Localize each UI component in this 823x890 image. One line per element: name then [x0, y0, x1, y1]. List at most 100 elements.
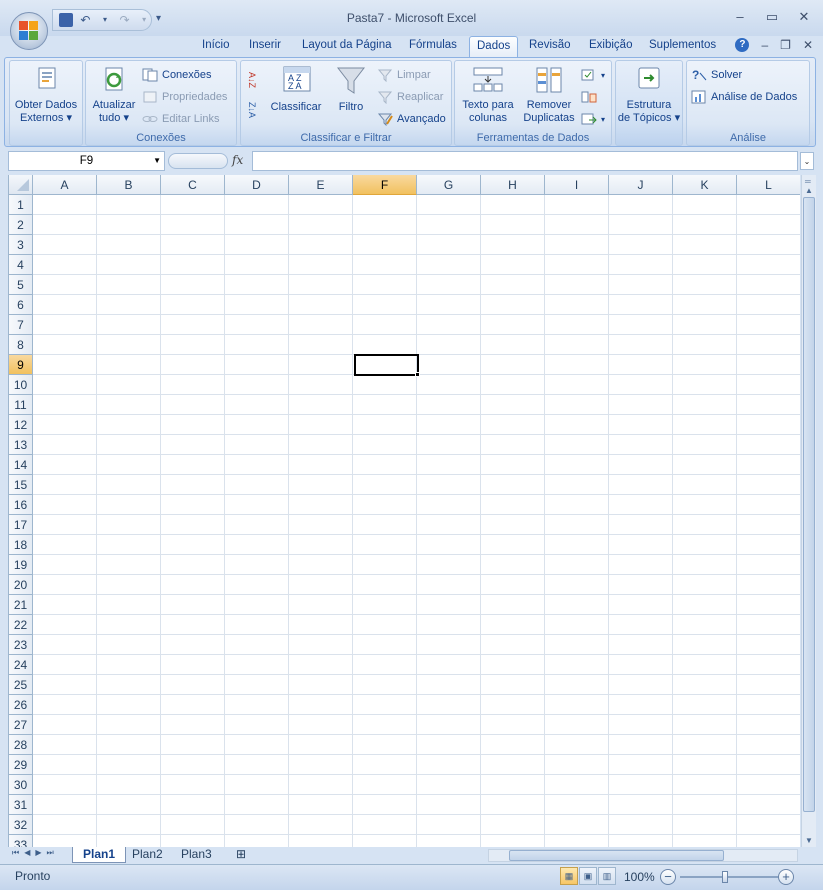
- column-header[interactable]: C: [161, 175, 225, 195]
- insert-function-icon[interactable]: fx: [232, 153, 243, 167]
- column-header[interactable]: F: [353, 175, 417, 195]
- classificar-button[interactable]: A ZZ A Classificar: [267, 65, 325, 114]
- row-header[interactable]: 7: [9, 315, 33, 335]
- row-header[interactable]: 22: [9, 615, 33, 635]
- row-header[interactable]: 14: [9, 455, 33, 475]
- vertical-scrollbar[interactable]: ═ ▲ ▼: [801, 175, 816, 847]
- next-sheet-icon[interactable]: ▶: [35, 848, 41, 858]
- formula-splitter[interactable]: [168, 153, 228, 169]
- worksheet-grid[interactable]: ABCDEFGHIJKL 1 2 3 4 5 6 7 8 9 10 11 12 13 14 15 16 17 18…: [8, 175, 800, 847]
- maximize-button[interactable]: ▭: [763, 9, 781, 25]
- column-header[interactable]: E: [289, 175, 353, 195]
- insert-sheet-icon[interactable]: ⊞: [226, 847, 256, 863]
- row-header[interactable]: 33: [9, 835, 33, 847]
- row-header[interactable]: 17: [9, 515, 33, 535]
- row-header[interactable]: 8: [9, 335, 33, 355]
- column-header[interactable]: D: [225, 175, 289, 195]
- prev-sheet-icon[interactable]: ◀: [24, 848, 30, 858]
- tab-formulas[interactable]: Fórmulas: [409, 39, 457, 51]
- row-header[interactable]: 20: [9, 575, 33, 595]
- row-header[interactable]: 32: [9, 815, 33, 835]
- row-header[interactable]: 13: [9, 435, 33, 455]
- row-header[interactable]: 11: [9, 395, 33, 415]
- row-header[interactable]: 21: [9, 595, 33, 615]
- row-header[interactable]: 15: [9, 475, 33, 495]
- sort-az-button[interactable]: A↓Z: [247, 72, 257, 88]
- tab-layout[interactable]: Layout da Página: [302, 39, 392, 51]
- active-cell[interactable]: [354, 354, 419, 376]
- sheet-tab-plan2[interactable]: Plan2: [122, 847, 173, 863]
- scroll-down-icon[interactable]: ▼: [805, 836, 813, 845]
- row-header[interactable]: 18: [9, 535, 33, 555]
- scroll-up-icon[interactable]: ▲: [805, 186, 813, 195]
- name-box[interactable]: F9 ▼: [8, 151, 165, 171]
- atualizar-tudo-button[interactable]: Atualizar tudo ▾: [88, 65, 140, 125]
- page-break-view-icon[interactable]: ▥: [598, 867, 616, 885]
- column-header[interactable]: L: [737, 175, 800, 195]
- tab-inserir[interactable]: Inserir: [249, 39, 281, 51]
- propriedades-button[interactable]: Propriedades: [142, 90, 227, 104]
- row-header[interactable]: 4: [9, 255, 33, 275]
- consolidar-button[interactable]: [581, 90, 597, 104]
- horizontal-scrollbar[interactable]: [488, 849, 798, 862]
- sheet-tab-plan3[interactable]: Plan3: [171, 847, 222, 863]
- row-header[interactable]: 30: [9, 775, 33, 795]
- normal-view-icon[interactable]: ▦: [560, 867, 578, 885]
- row-header[interactable]: 19: [9, 555, 33, 575]
- row-header[interactable]: 26: [9, 695, 33, 715]
- help-icon[interactable]: ?: [735, 38, 750, 52]
- row-header[interactable]: 24: [9, 655, 33, 675]
- vertical-scroll-thumb[interactable]: [803, 197, 815, 812]
- row-header[interactable]: 28: [9, 735, 33, 755]
- row-header[interactable]: 27: [9, 715, 33, 735]
- horizontal-scroll-thumb[interactable]: [509, 850, 724, 861]
- zoom-out-icon[interactable]: −: [660, 869, 676, 885]
- fill-handle[interactable]: [415, 372, 420, 377]
- column-header[interactable]: I: [545, 175, 609, 195]
- texto-para-colunas-button[interactable]: Texto para colunas: [457, 65, 519, 125]
- office-button[interactable]: [10, 12, 48, 50]
- select-all-button[interactable]: [9, 175, 33, 195]
- obter-dados-externos-button[interactable]: Obter Dados Externos ▾: [12, 65, 80, 125]
- column-header[interactable]: H: [481, 175, 545, 195]
- row-header[interactable]: 1: [9, 195, 33, 215]
- row-header[interactable]: 12: [9, 415, 33, 435]
- row-header[interactable]: 29: [9, 755, 33, 775]
- estrutura-topicos-button[interactable]: Estrutura de Tópicos ▾: [617, 65, 681, 125]
- last-sheet-icon[interactable]: ⏭: [47, 848, 54, 858]
- close-button[interactable]: ✕: [795, 9, 813, 25]
- minimize-button[interactable]: –: [731, 9, 749, 25]
- column-header[interactable]: K: [673, 175, 737, 195]
- analise-dados-button[interactable]: Análise de Dados: [691, 90, 797, 104]
- column-header[interactable]: G: [417, 175, 481, 195]
- column-header[interactable]: A: [33, 175, 97, 195]
- sheet-tab-plan1[interactable]: Plan1: [72, 847, 127, 863]
- row-header[interactable]: 23: [9, 635, 33, 655]
- formula-input[interactable]: [252, 151, 798, 171]
- row-header[interactable]: 5: [9, 275, 33, 295]
- tab-exibicao[interactable]: Exibição: [589, 39, 632, 51]
- conexoes-button[interactable]: Conexões: [142, 68, 212, 82]
- tab-inicio[interactable]: Início: [202, 39, 230, 51]
- tab-dados[interactable]: Dados: [469, 36, 519, 59]
- row-header[interactable]: 16: [9, 495, 33, 515]
- tab-revisao[interactable]: Revisão: [529, 39, 571, 51]
- page-layout-view-icon[interactable]: ▣: [579, 867, 597, 885]
- zoom-in-icon[interactable]: +: [778, 869, 794, 885]
- zoom-level[interactable]: 100%: [624, 870, 655, 884]
- row-header[interactable]: 10: [9, 375, 33, 395]
- sort-za-button[interactable]: Z↓A: [247, 102, 257, 118]
- avancado-button[interactable]: Avançado: [377, 112, 446, 127]
- reaplicar-button[interactable]: Reaplicar: [377, 90, 443, 105]
- ribbon-restore-button[interactable]: ❐: [780, 38, 791, 52]
- expand-formula-bar-icon[interactable]: ⌄: [800, 152, 814, 170]
- solver-button[interactable]: ? Solver: [691, 68, 742, 82]
- editar-links-button[interactable]: Editar Links: [142, 112, 219, 126]
- limpar-button[interactable]: Limpar: [377, 68, 431, 83]
- row-header[interactable]: 6: [9, 295, 33, 315]
- ribbon-close-button[interactable]: ✕: [803, 38, 813, 52]
- remover-duplicatas-button[interactable]: Remover Duplicatas: [519, 65, 579, 125]
- column-header[interactable]: B: [97, 175, 161, 195]
- zoom-thumb[interactable]: [722, 871, 728, 883]
- validacao-dados-button[interactable]: ▾: [581, 68, 605, 82]
